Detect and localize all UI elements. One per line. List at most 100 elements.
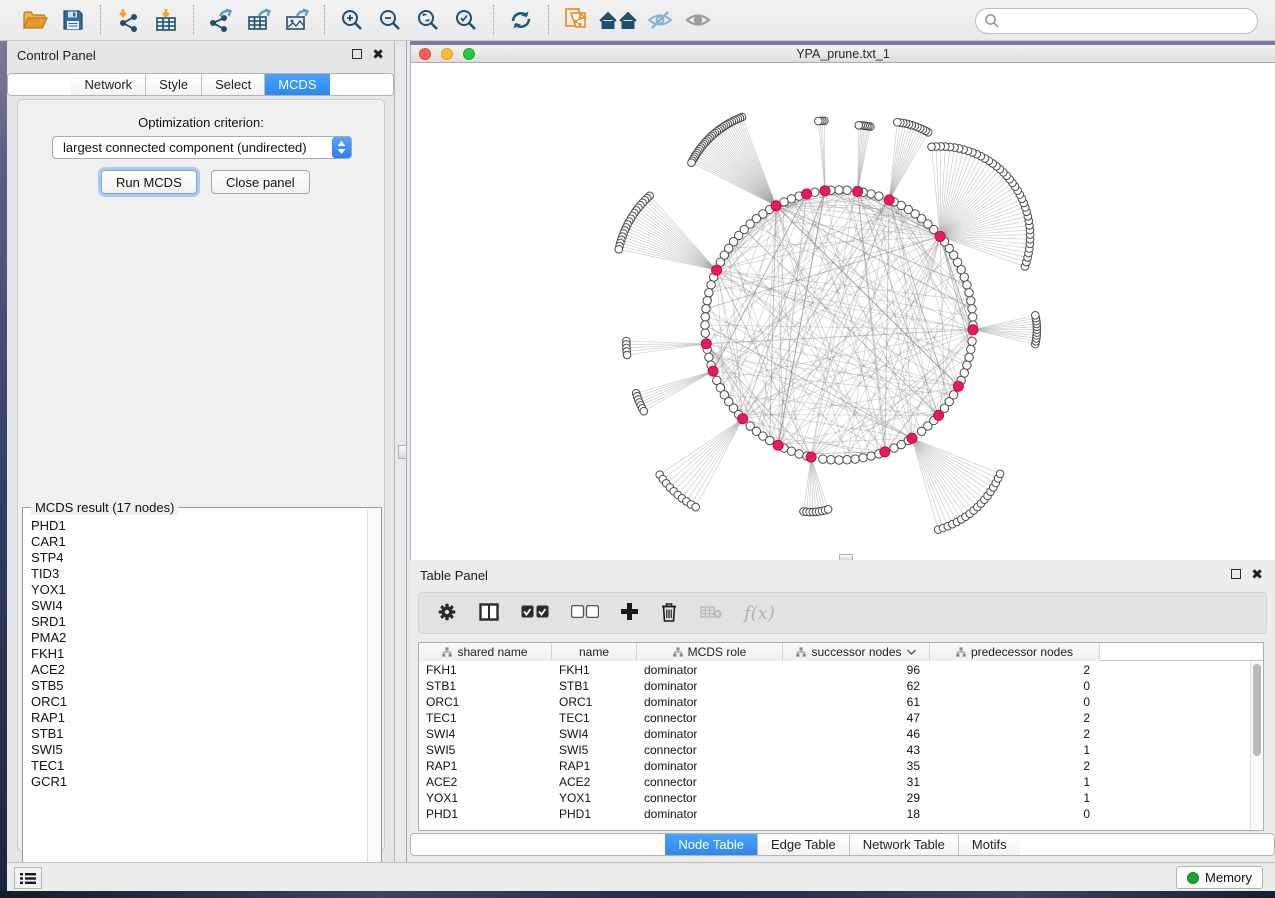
table-tab-network-table[interactable]: Network Table (850, 834, 959, 855)
ring-node[interactable] (795, 450, 803, 458)
ring-node[interactable] (702, 305, 710, 313)
mcds-result-list[interactable]: PHD1CAR1STP4TID3YOX1SWI4SRD1PMA2FKH1ACE2… (24, 514, 368, 870)
mcds-list-item[interactable]: CAR1 (31, 534, 368, 550)
ring-node[interactable] (827, 456, 835, 464)
vertical-splitter[interactable] (395, 41, 410, 862)
leaf-node[interactable] (996, 470, 1004, 478)
ring-node[interactable] (701, 321, 709, 329)
table-scrollbar[interactable] (1250, 662, 1262, 830)
tab-mcds[interactable]: MCDS (265, 74, 329, 95)
network-titlebar[interactable]: YPA_prune.txt_1 (411, 45, 1275, 63)
leaf-node[interactable] (928, 143, 936, 151)
dominator-node[interactable] (773, 440, 783, 450)
close-table-panel-icon[interactable]: ✖ (1251, 569, 1263, 579)
ring-node[interactable] (867, 452, 875, 460)
export-network-icon[interactable] (204, 4, 238, 36)
tab-network[interactable]: Network (71, 74, 146, 95)
dominator-node[interactable] (708, 366, 718, 376)
ring-node[interactable] (968, 337, 976, 345)
ring-node[interactable] (963, 281, 971, 289)
leaf-node[interactable] (1031, 312, 1039, 320)
splitter-handle[interactable] (398, 445, 407, 459)
column-header-name[interactable]: name (552, 643, 637, 661)
table-tab-motifs[interactable]: Motifs (959, 834, 1020, 855)
ring-node[interactable] (835, 186, 843, 194)
dominator-node[interactable] (771, 201, 781, 211)
tab-select[interactable]: Select (202, 74, 265, 95)
leaf-node[interactable] (640, 407, 648, 415)
table-settings-gear-icon[interactable] (437, 602, 457, 625)
table-scrollbar-thumb[interactable] (1253, 664, 1261, 756)
ring-node[interactable] (867, 190, 875, 198)
dominator-node[interactable] (802, 189, 812, 199)
mcds-list-item[interactable]: STB1 (31, 726, 368, 742)
ring-node[interactable] (965, 288, 973, 296)
mcds-list-item[interactable]: RAP1 (31, 710, 368, 726)
mcds-list-item[interactable]: SWI5 (31, 742, 368, 758)
ring-node[interactable] (835, 456, 843, 464)
leaf-node[interactable] (894, 118, 902, 126)
column-header-predecessor-nodes[interactable]: predecessor nodes (930, 643, 1100, 661)
leaf-node[interactable] (688, 159, 696, 167)
leaf-node[interactable] (814, 117, 822, 125)
ring-node[interactable] (875, 192, 883, 200)
dominator-node[interactable] (968, 325, 978, 335)
mcds-list-item[interactable]: STB5 (31, 678, 368, 694)
refresh-icon[interactable] (504, 4, 538, 36)
ring-node[interactable] (843, 456, 851, 464)
table-row[interactable]: TEC1TEC1connector472 (419, 710, 1263, 726)
mcds-list-item[interactable]: FKH1 (31, 646, 368, 662)
table-tab-edge-table[interactable]: Edge Table (758, 834, 850, 855)
dominator-node[interactable] (935, 231, 945, 241)
task-history-button[interactable] (14, 867, 42, 889)
deselect-all-icon[interactable] (571, 605, 599, 621)
zoom-fit-icon[interactable] (411, 4, 445, 36)
dominator-node[interactable] (934, 410, 944, 420)
ring-node[interactable] (701, 313, 709, 321)
close-panel-icon[interactable]: ✖ (372, 49, 384, 59)
ring-node[interactable] (843, 186, 851, 194)
open-session-icon[interactable] (18, 4, 52, 36)
dominator-node[interactable] (712, 265, 722, 275)
ring-node[interactable] (969, 313, 977, 321)
dominator-node[interactable] (701, 339, 711, 349)
column-header-MCDS-role[interactable]: MCDS role (637, 643, 783, 661)
zoom-in-icon[interactable] (335, 4, 369, 36)
leaf-node[interactable] (615, 245, 623, 253)
export-table-icon[interactable] (242, 4, 276, 36)
add-column-icon[interactable] (621, 603, 638, 623)
node-table[interactable]: shared namenameMCDS rolesuccessor nodesp… (418, 642, 1264, 831)
show-all-icon[interactable] (681, 4, 715, 36)
ring-node[interactable] (967, 296, 975, 304)
ring-node[interactable] (851, 455, 859, 463)
hide-selected-icon[interactable] (643, 4, 677, 36)
table-row[interactable]: FKH1FKH1dominator962 (419, 662, 1263, 678)
mcds-list-item[interactable]: PMA2 (31, 630, 368, 646)
ring-node[interactable] (967, 345, 975, 353)
select-all-icon[interactable] (521, 605, 549, 621)
tab-style[interactable]: Style (146, 74, 202, 95)
column-header-successor-nodes[interactable]: successor nodes (783, 643, 930, 661)
dominator-node[interactable] (884, 195, 894, 205)
table-row[interactable]: ORC1ORC1dominator610 (419, 694, 1263, 710)
ring-node[interactable] (965, 353, 973, 361)
ring-node[interactable] (701, 329, 709, 337)
mcds-list-item[interactable]: PHD1 (31, 518, 368, 534)
first-neighbors-icon[interactable] (597, 4, 639, 36)
ring-node[interactable] (707, 281, 715, 289)
delete-column-icon[interactable] (660, 602, 678, 625)
mcds-list-item[interactable]: TEC1 (31, 758, 368, 774)
ring-node[interactable] (705, 353, 713, 361)
dominator-node[interactable] (953, 381, 963, 391)
zoom-out-icon[interactable] (373, 4, 407, 36)
export-image-icon[interactable] (280, 4, 314, 36)
table-row[interactable]: SWI4SWI4dominator462 (419, 726, 1263, 742)
ring-node[interactable] (819, 455, 827, 463)
table-tab-node-table[interactable]: Node Table (665, 834, 758, 855)
table-row[interactable]: YOX1YOX1connector291 (419, 790, 1263, 806)
criterion-dropdown[interactable]: largest connected component (undirected) (52, 136, 352, 159)
table-row[interactable]: STB1STB1dominator620 (419, 678, 1263, 694)
column-header-shared-name[interactable]: shared name (419, 643, 552, 661)
float-panel-icon[interactable] (352, 49, 362, 59)
dominator-node[interactable] (820, 186, 830, 196)
